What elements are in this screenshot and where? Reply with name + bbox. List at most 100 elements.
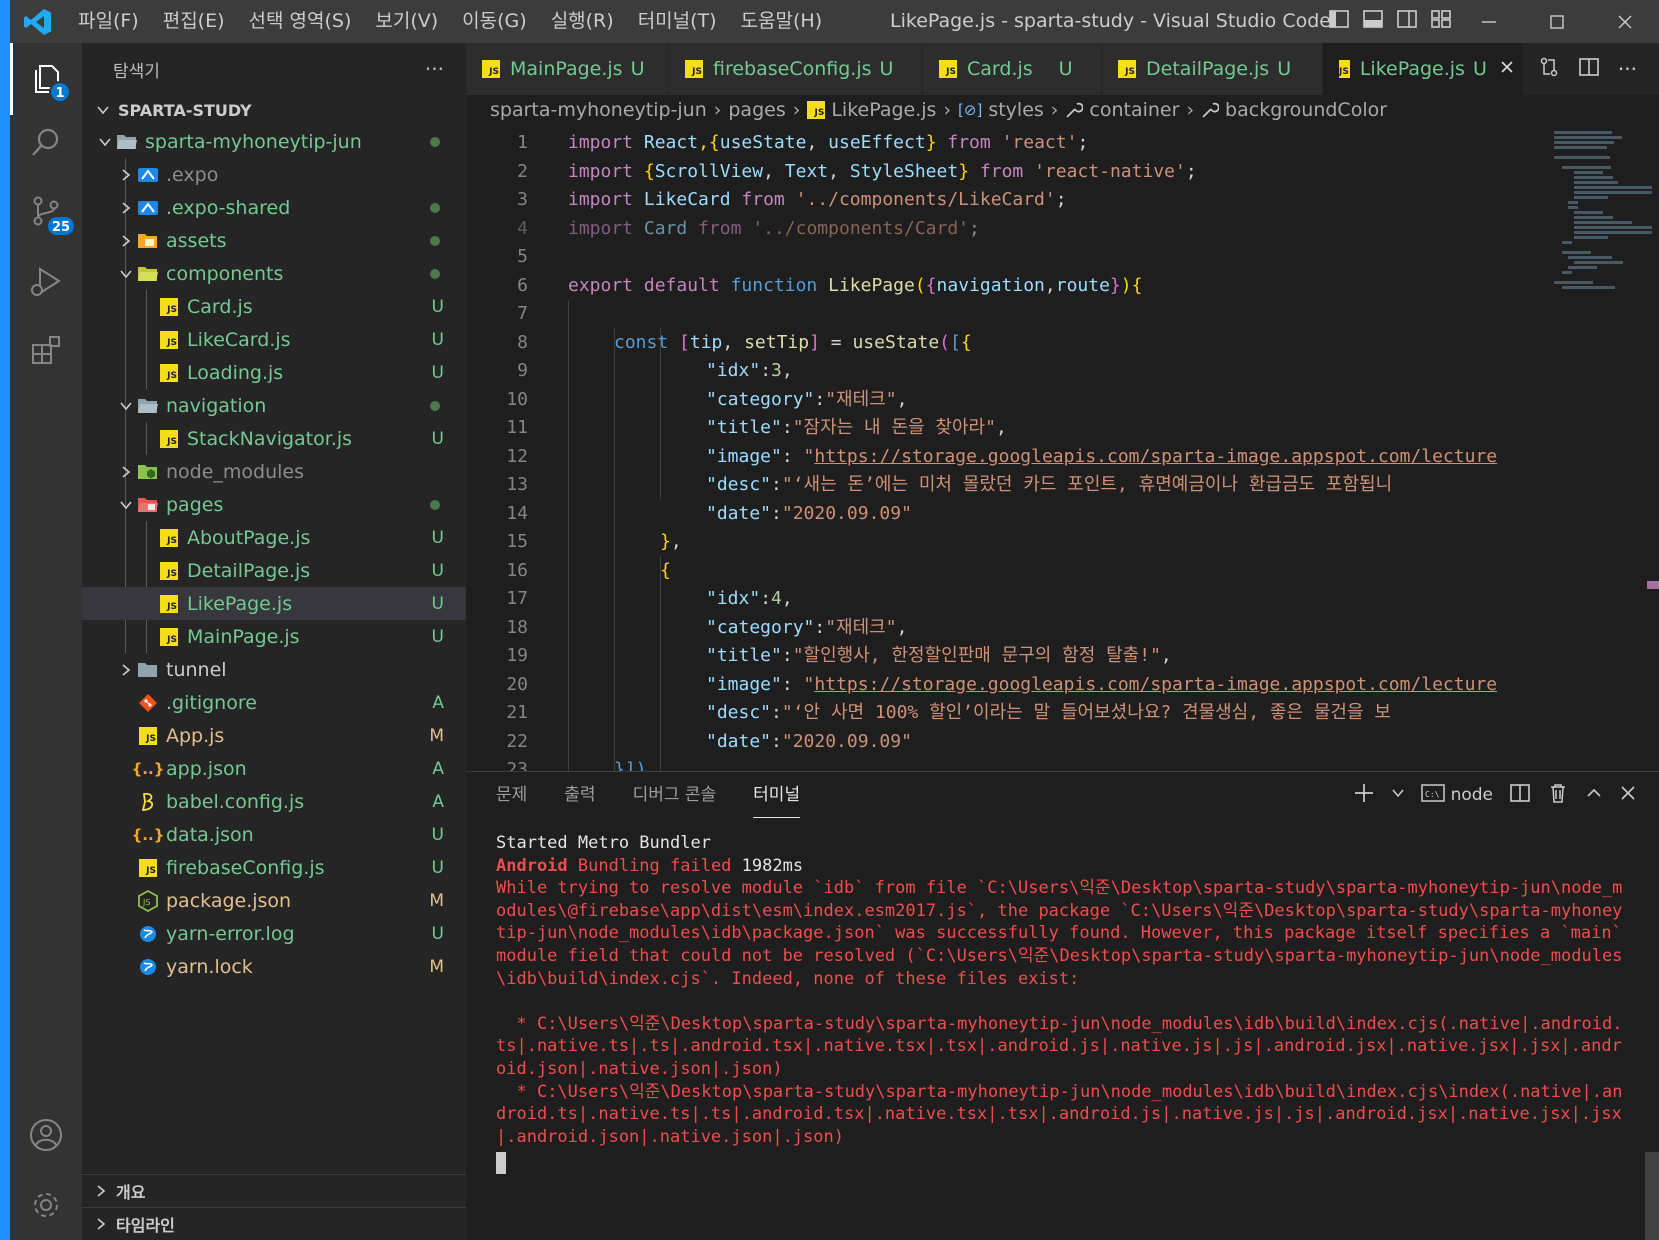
panel-tabs: 문제 출력 디버그 콘솔 터미널 — [496, 772, 801, 818]
file-item[interactable]: JS Card.js U — [82, 290, 466, 323]
split-terminal-icon[interactable] — [1509, 782, 1531, 809]
code-editor[interactable]: 1 import React,{useState, useEffect} from… — [466, 129, 1546, 771]
file-item[interactable]: {..} data.json U — [82, 818, 466, 851]
breadcrumb-symbol[interactable]: styles — [988, 99, 1043, 121]
outline-section[interactable]: 개요 — [82, 1174, 466, 1207]
menu-file[interactable]: 파일(F) — [66, 0, 151, 43]
folder-item[interactable]: navigation — [82, 389, 466, 422]
split-editor-icon[interactable] — [1578, 56, 1600, 83]
explorer-button[interactable]: 1 — [10, 43, 82, 115]
folder-item[interactable]: components — [82, 257, 466, 290]
breadcrumb-symbol[interactable]: container — [1089, 99, 1179, 121]
maximize-panel-icon[interactable] — [1585, 784, 1603, 807]
breadcrumb-folder[interactable]: pages — [728, 99, 785, 121]
file-item[interactable]: JS LikePage.js U — [82, 587, 466, 620]
code-line: 13 "desc":"‘새는 돈’에는 미처 몰랐던 카드 포인트, 휴면예금이나… — [466, 471, 1546, 500]
tab-terminal[interactable]: 터미널 — [753, 772, 801, 818]
toggle-primary-sidebar-icon[interactable] — [1328, 8, 1350, 35]
git-status: U — [431, 626, 444, 647]
file-item[interactable]: .gitignore A — [82, 686, 466, 719]
breadcrumb-folder[interactable]: sparta-myhoneytip-jun — [490, 99, 707, 121]
run-debug-button[interactable] — [10, 248, 82, 320]
tree-item-label: LikeCard.js — [187, 328, 291, 351]
file-item[interactable]: yarn-error.log U — [82, 917, 466, 950]
tab-output[interactable]: 출력 — [564, 772, 595, 818]
file-item[interactable]: JS StackNavigator.js U — [82, 422, 466, 455]
folder-item[interactable]: sparta-myhoneytip-jun — [82, 125, 466, 158]
extensions-button[interactable] — [10, 316, 82, 388]
chevron-right-icon: › — [792, 99, 801, 121]
folder-item[interactable]: tunnel — [82, 653, 466, 686]
file-item[interactable]: JS DetailPage.js U — [82, 554, 466, 587]
babel-icon — [137, 791, 159, 813]
file-item[interactable]: JS Loading.js U — [82, 356, 466, 389]
new-terminal-icon[interactable] — [1353, 782, 1375, 809]
folder-item[interactable]: assets — [82, 224, 466, 257]
file-item[interactable]: JS LikeCard.js U — [82, 323, 466, 356]
folder-item[interactable]: node_modules — [82, 455, 466, 488]
file-item[interactable]: JS App.js M — [82, 719, 466, 752]
line-number: 14 — [506, 502, 528, 524]
terminal-scrollbar[interactable] — [1645, 1152, 1659, 1240]
breadcrumb-file[interactable]: LikePage.js — [831, 99, 936, 121]
node-modules-folder-icon — [137, 461, 159, 483]
menu-help[interactable]: 도움말(H) — [729, 0, 835, 43]
yarn-icon — [137, 956, 159, 978]
file-item[interactable]: yarn.lock M — [82, 950, 466, 983]
terminal-output[interactable]: Started Metro Bundler Android Bundling f… — [496, 832, 1631, 1175]
maximize-icon[interactable] — [1523, 0, 1591, 43]
search-button[interactable] — [10, 108, 82, 180]
close-panel-icon[interactable] — [1619, 784, 1637, 807]
file-item[interactable]: JS AboutPage.js U — [82, 521, 466, 554]
accounts-button[interactable] — [10, 1101, 82, 1173]
tab-debug-console[interactable]: 디버그 콘솔 — [633, 772, 717, 818]
workspace-root[interactable]: SPARTA-STUDY — [82, 95, 466, 125]
panel-actions: C:\ node — [1353, 772, 1637, 818]
toggle-panel-icon[interactable] — [1362, 8, 1384, 35]
menu-edit[interactable]: 편집(E) — [151, 0, 237, 43]
tab-detailpage[interactable]: JS DetailPage.js U — [1102, 43, 1323, 95]
breadcrumb-symbol[interactable]: backgroundColor — [1225, 99, 1387, 121]
tab-likepage[interactable]: JS LikePage.js U — [1323, 43, 1524, 95]
title-bar: 파일(F) 편집(E) 선택 영역(S) 보기(V) 이동(G) 실행(R) 터… — [10, 0, 1659, 43]
code-text: "image": "https://storage.googleapis.com… — [706, 445, 1498, 467]
file-item[interactable]: babel.config.js A — [82, 785, 466, 818]
folder-item[interactable]: .expo — [82, 158, 466, 191]
timeline-section[interactable]: 타임라인 — [82, 1207, 466, 1240]
menu-terminal[interactable]: 터미널(T) — [626, 0, 729, 43]
js-file-icon: JS — [1339, 60, 1350, 78]
editor-actions: ··· — [1538, 43, 1659, 95]
terminal-selector[interactable]: C:\ node — [1420, 782, 1493, 809]
file-item[interactable]: JS package.json M — [82, 884, 466, 917]
file-item[interactable]: JS MainPage.js U — [82, 620, 466, 653]
file-item[interactable]: JS firebaseConfig.js U — [82, 851, 466, 884]
folder-item[interactable]: .expo-shared — [82, 191, 466, 224]
minimap[interactable] — [1546, 125, 1659, 771]
folder-icon — [137, 659, 159, 681]
menu-view[interactable]: 보기(V) — [363, 0, 450, 43]
folder-item[interactable]: pages — [82, 488, 466, 521]
minimize-icon[interactable] — [1455, 0, 1523, 43]
more-actions-icon[interactable]: ··· — [425, 57, 444, 81]
tab-problems[interactable]: 문제 — [496, 772, 527, 818]
compare-changes-icon[interactable] — [1538, 56, 1560, 83]
manage-button[interactable] — [10, 1171, 82, 1240]
git-status: U — [431, 923, 444, 944]
menu-go[interactable]: 이동(G) — [450, 0, 539, 43]
more-actions-icon[interactable]: ··· — [1618, 57, 1637, 81]
file-item[interactable]: {..} app.json A — [82, 752, 466, 785]
customize-layout-icon[interactable] — [1430, 8, 1452, 35]
menu-run[interactable]: 실행(R) — [539, 0, 626, 43]
toggle-secondary-sidebar-icon[interactable] — [1396, 8, 1418, 35]
menu-selection[interactable]: 선택 영역(S) — [237, 0, 364, 43]
source-control-button[interactable]: 25 — [10, 177, 82, 249]
trash-icon[interactable] — [1547, 782, 1569, 809]
tab-firebaseconfig[interactable]: JS firebaseConfig.js U — [669, 43, 923, 95]
close-tab-icon[interactable] — [1499, 58, 1515, 80]
tab-status: U — [879, 58, 894, 80]
chevron-down-icon[interactable] — [1391, 785, 1405, 805]
tab-mainpage[interactable]: JS MainPage.js U — [466, 43, 669, 95]
tab-card[interactable]: JS Card.js U — [923, 43, 1102, 95]
close-window-icon[interactable] — [1591, 0, 1659, 43]
code-line: 15}, — [466, 528, 1546, 557]
